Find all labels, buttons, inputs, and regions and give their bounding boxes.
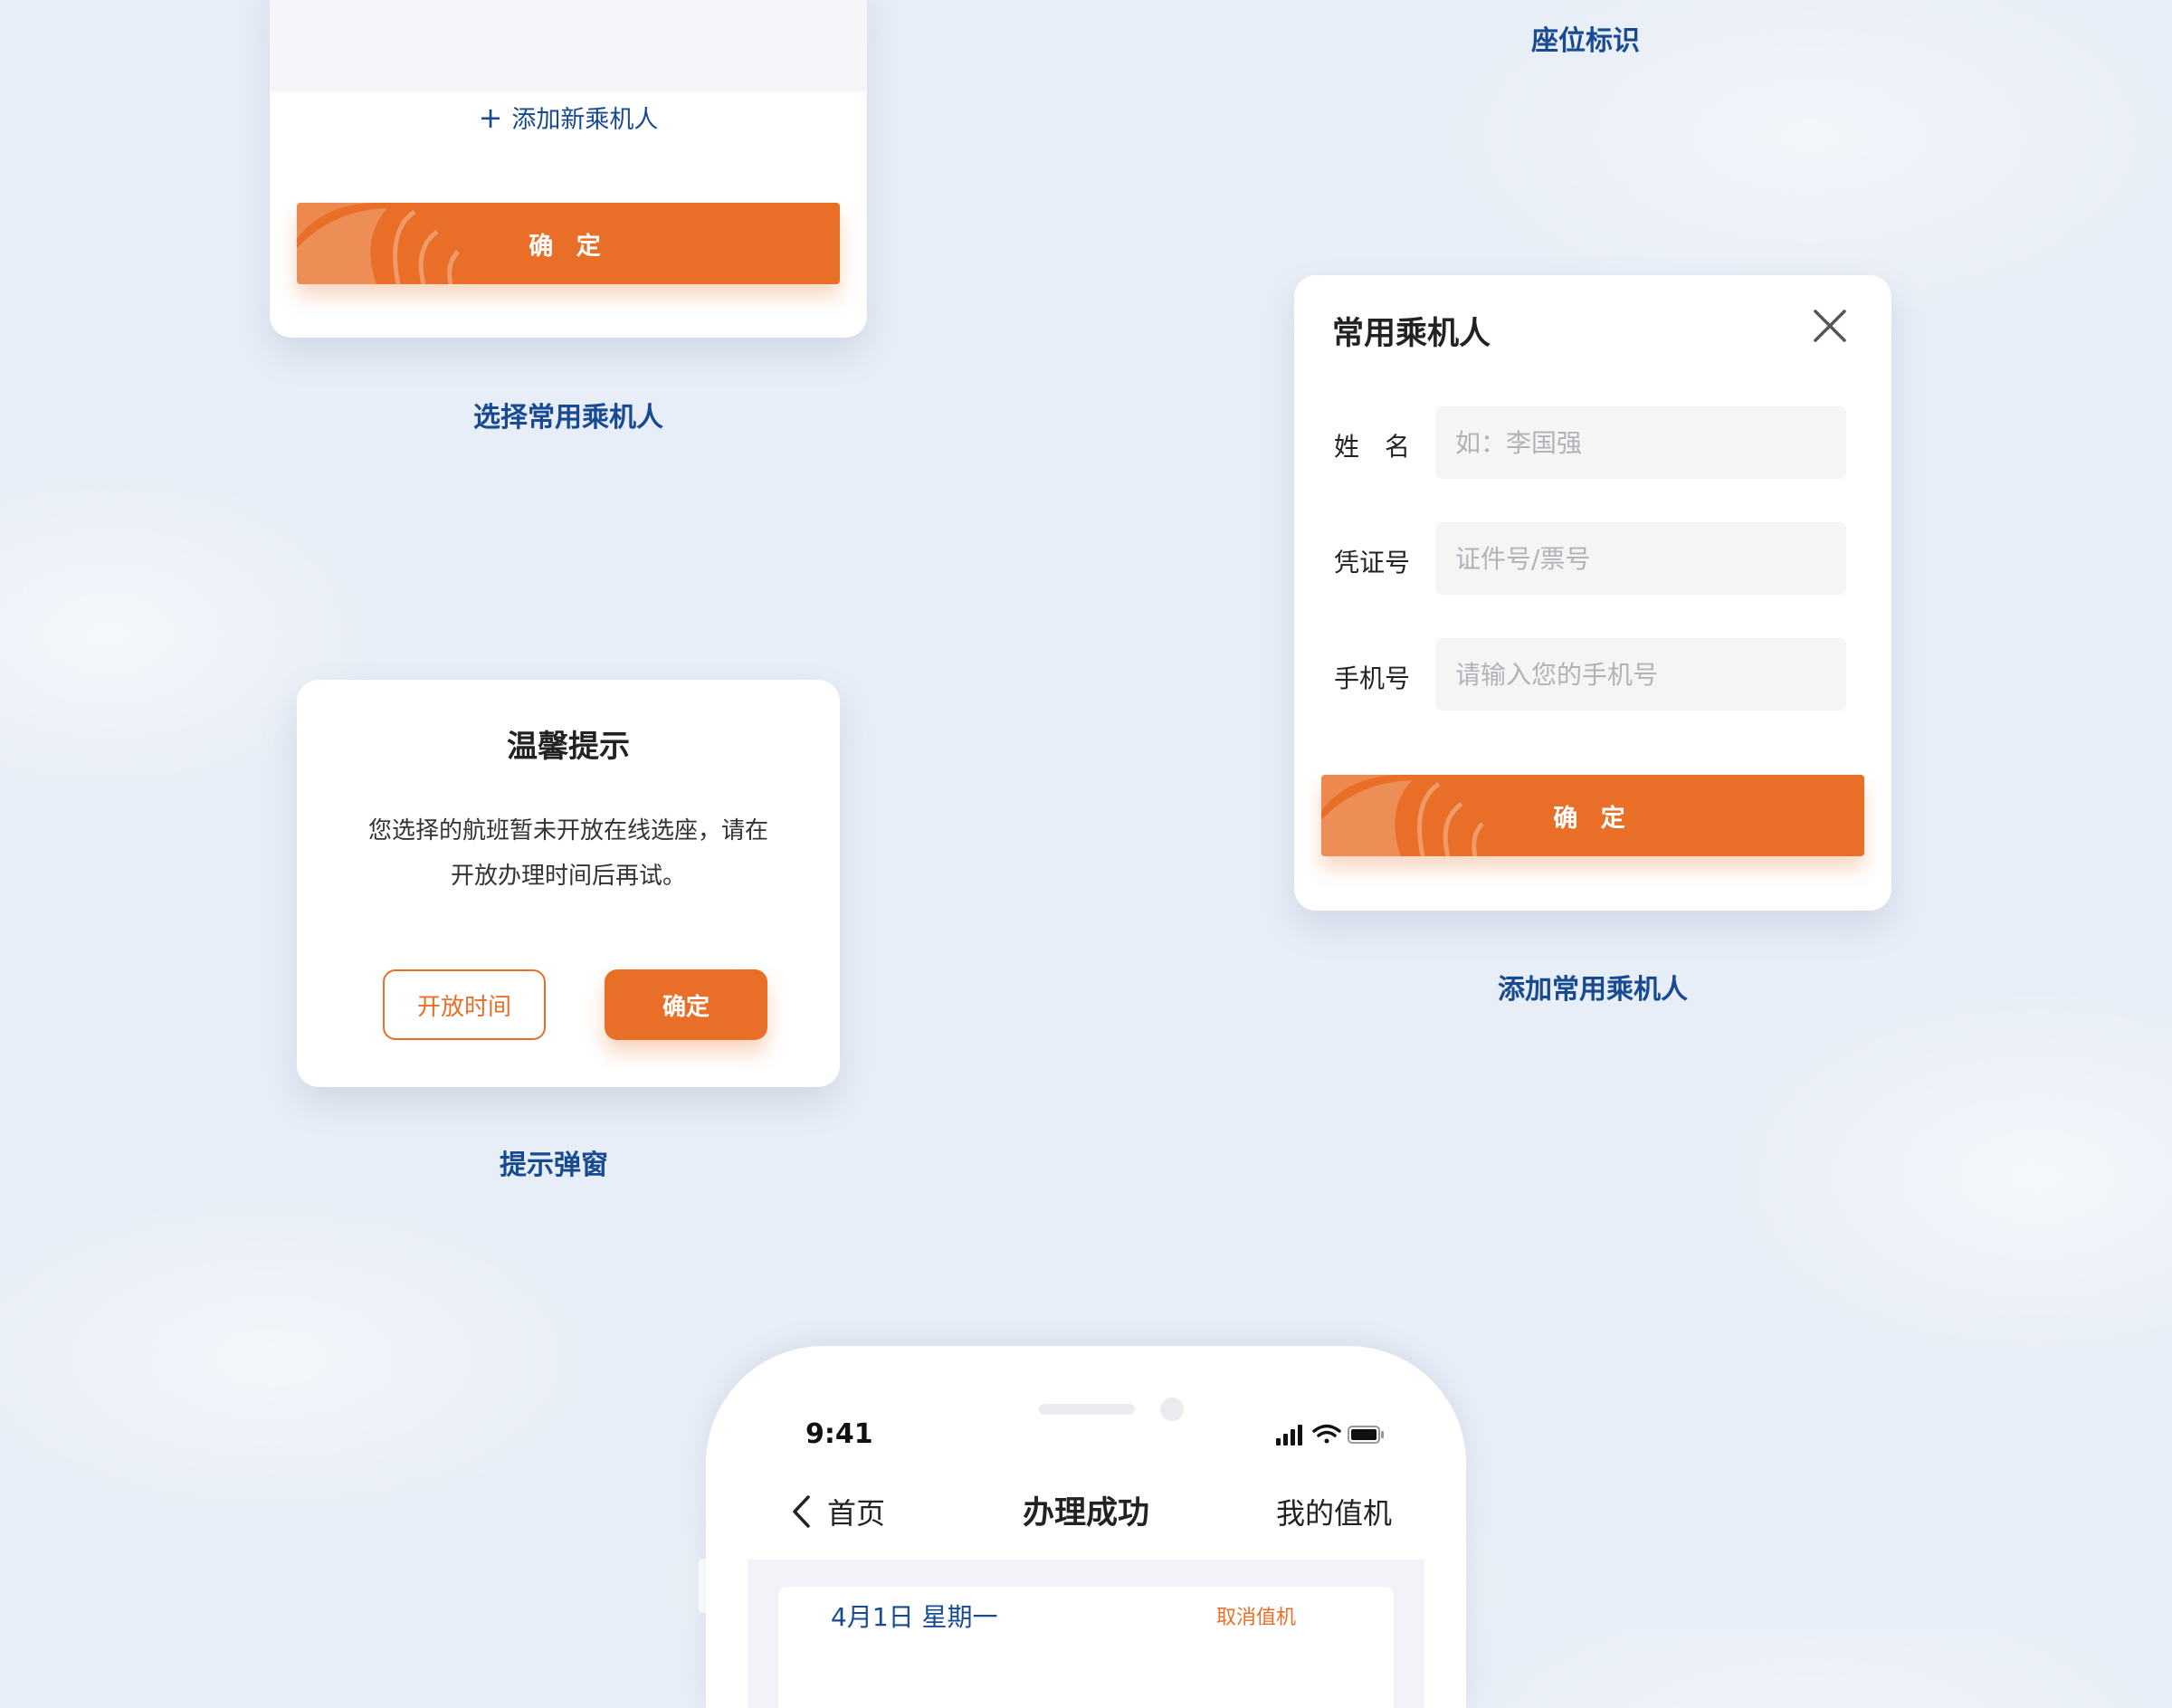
phone-mockup: 9:41 首页 办理成功 我的值机 4月1日 星期一 取消值机 bbox=[706, 1346, 1466, 1708]
tip-dialog-title: 温馨提示 bbox=[507, 729, 630, 765]
status-time: 9:41 bbox=[805, 1418, 873, 1450]
close-icon[interactable] bbox=[1810, 306, 1850, 346]
certificate-input[interactable] bbox=[1435, 522, 1846, 595]
cancel-checkin-link[interactable]: 取消值机 bbox=[1216, 1601, 1296, 1630]
add-confirm-label: 确 定 bbox=[1553, 804, 1633, 833]
caption-seat-label: 座位标识 bbox=[1531, 25, 1640, 57]
button-wave-decoration bbox=[297, 203, 460, 284]
name-input[interactable] bbox=[1435, 406, 1846, 479]
phone-label: 手机号 bbox=[1334, 663, 1411, 693]
select-confirm-label: 确 定 bbox=[529, 232, 608, 261]
add-new-passenger-label: 添加新乘机人 bbox=[511, 106, 659, 134]
tip-message-line-2: 开放办理时间后再试。 bbox=[450, 863, 686, 890]
add-new-passenger-link[interactable]: + 添加新乘机人 bbox=[270, 100, 867, 135]
name-label: 姓 名 bbox=[1334, 432, 1411, 462]
plus-icon: + bbox=[478, 100, 503, 135]
status-icons bbox=[1276, 1424, 1384, 1446]
select-confirm-button[interactable]: 确 定 bbox=[297, 203, 840, 284]
caption-select-passenger: 选择常用乘机人 bbox=[473, 402, 663, 434]
flight-card: 4月1日 星期一 取消值机 bbox=[778, 1587, 1394, 1708]
page-content: 4月1日 星期一 取消值机 bbox=[748, 1560, 1424, 1708]
front-camera bbox=[1160, 1398, 1184, 1421]
battery-icon bbox=[1348, 1426, 1384, 1444]
open-time-button[interactable]: 开放时间 bbox=[383, 969, 546, 1040]
caption-add-passenger: 添加常用乘机人 bbox=[1498, 974, 1688, 1006]
tip-confirm-button[interactable]: 确定 bbox=[605, 969, 767, 1040]
flight-date: 4月1日 星期一 bbox=[831, 1602, 998, 1632]
button-wave-decoration bbox=[1321, 775, 1484, 856]
tip-dialog-message: 您选择的航班暂未开放在线选座，请在 开放办理时间后再试。 bbox=[342, 808, 795, 899]
add-confirm-button[interactable]: 确 定 bbox=[1321, 775, 1864, 856]
phone-input[interactable] bbox=[1435, 638, 1846, 711]
my-checkin-link[interactable]: 我的值机 bbox=[1276, 1491, 1392, 1532]
add-passenger-title: 常用乘机人 bbox=[1332, 316, 1491, 352]
add-passenger-card: 常用乘机人 姓 名 凭证号 手机号 确 定 bbox=[1294, 275, 1891, 911]
signal-icon bbox=[1276, 1425, 1302, 1446]
wifi-icon bbox=[1312, 1424, 1341, 1444]
caption-tip-dialog: 提示弹窗 bbox=[500, 1150, 608, 1181]
tip-message-line-1: 您选择的航班暂未开放在线选座，请在 bbox=[367, 817, 768, 844]
tip-dialog-card: 温馨提示 您选择的航班暂未开放在线选座，请在 开放办理时间后再试。 开放时间 确… bbox=[297, 680, 840, 1087]
passenger-list-area bbox=[270, 0, 867, 91]
speaker-grille bbox=[1039, 1404, 1135, 1415]
select-passenger-card: + 添加新乘机人 确 定 bbox=[270, 0, 867, 338]
certificate-label: 凭证号 bbox=[1334, 548, 1411, 577]
